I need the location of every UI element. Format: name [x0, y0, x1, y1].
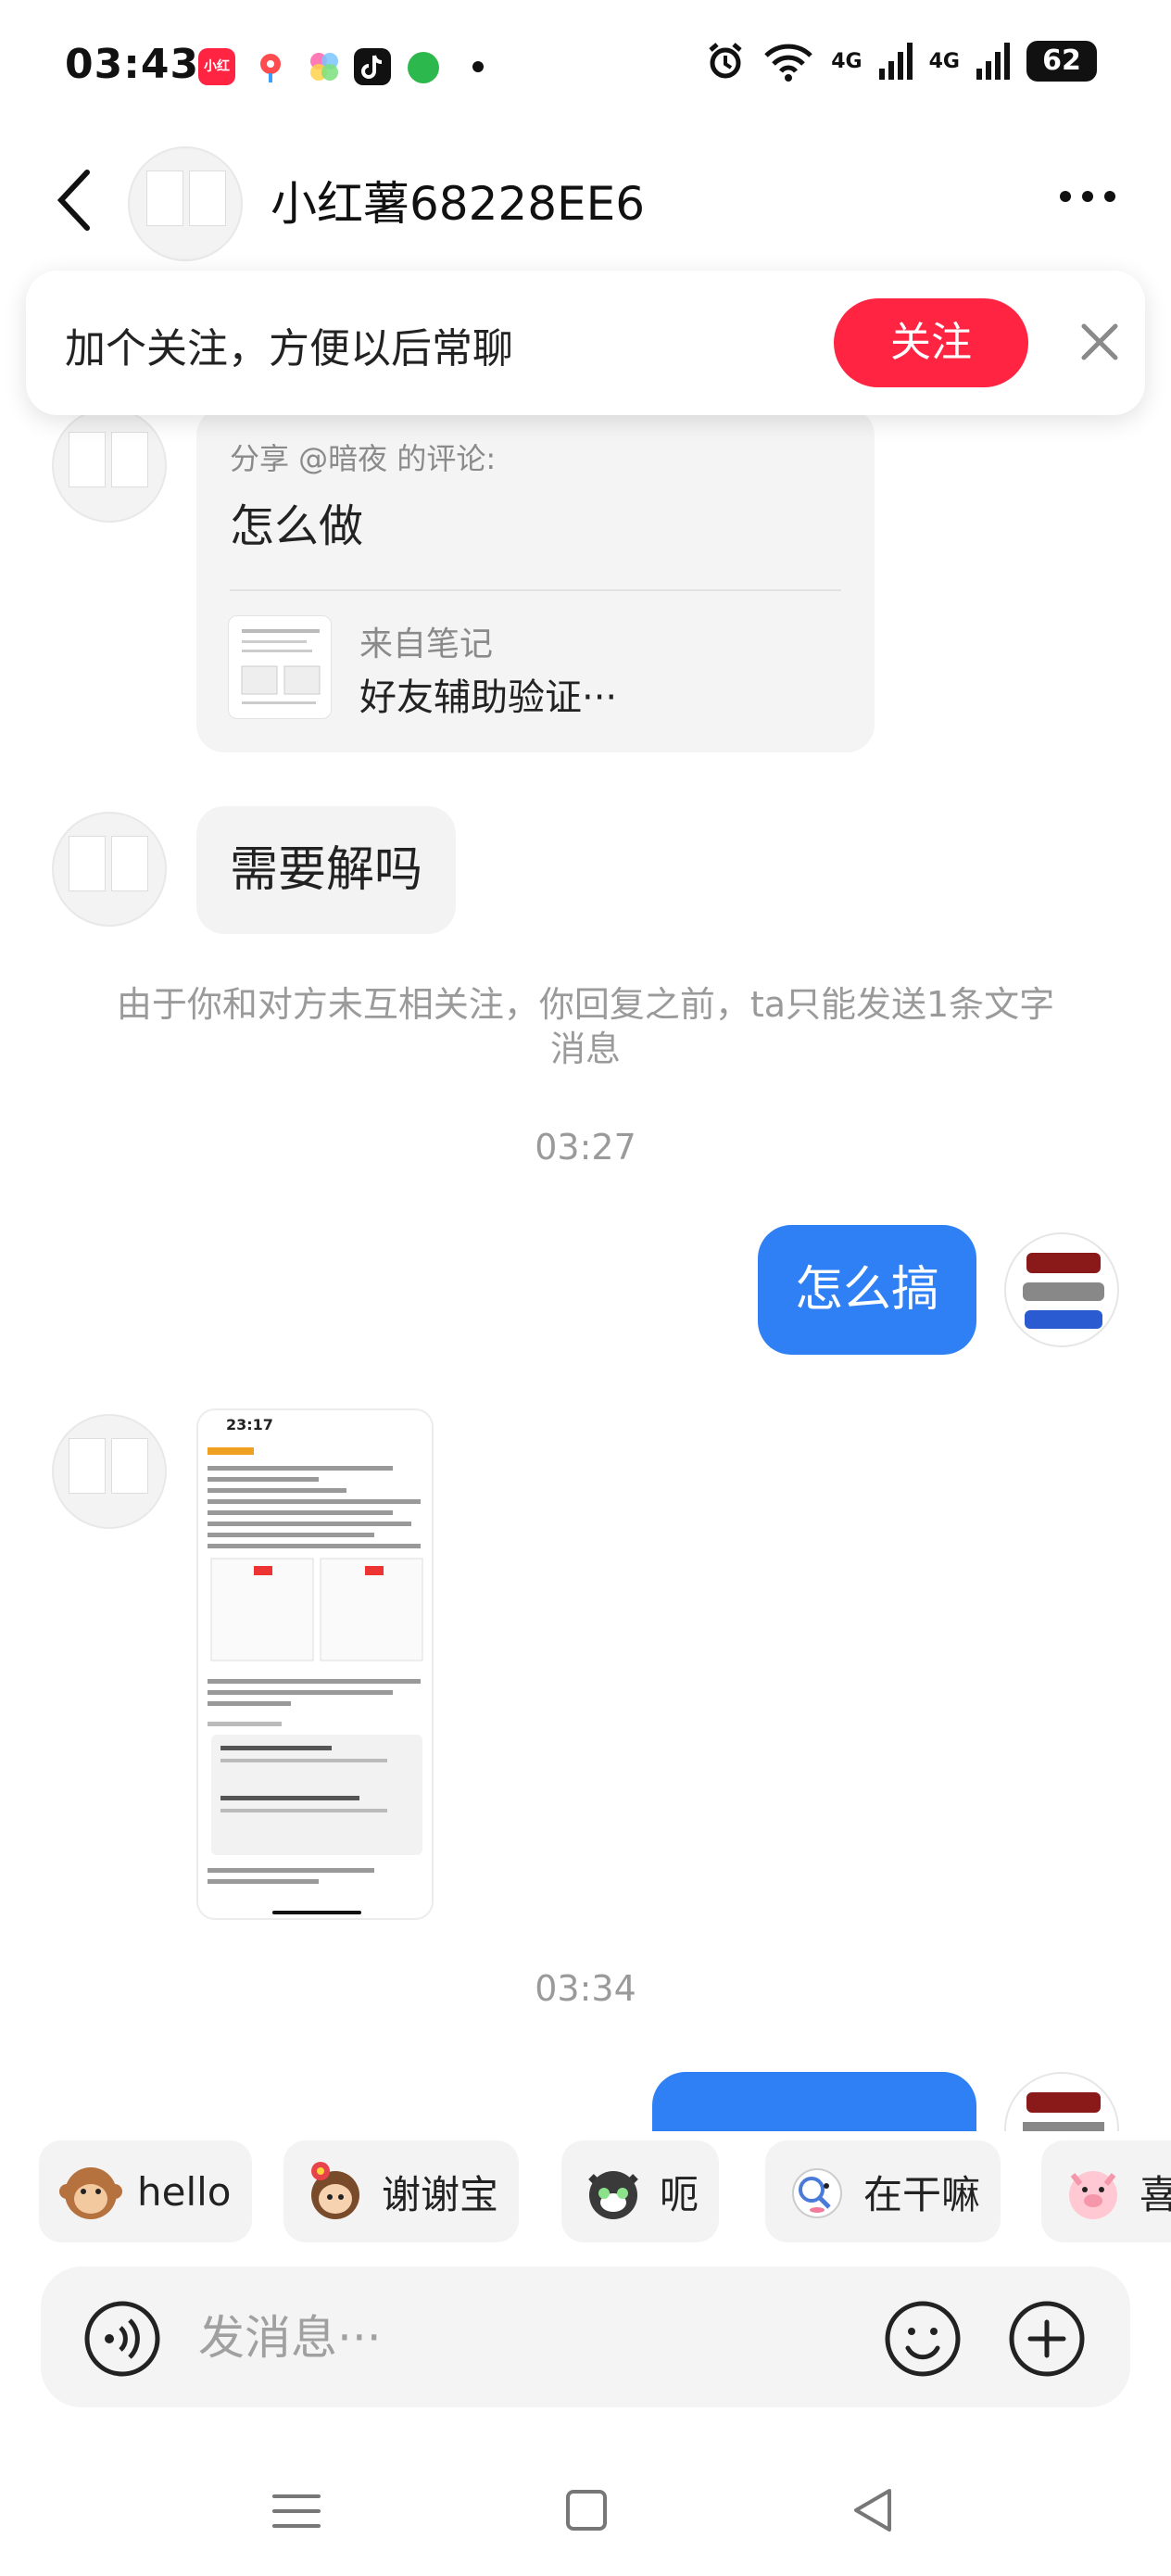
chat-header: 小红薯68228EE6 — [0, 139, 1171, 269]
voice-icon — [84, 2301, 160, 2377]
triangle-back-icon — [854, 2489, 891, 2532]
contact-message-avatar[interactable] — [52, 812, 167, 927]
network-type-label-2: 4G — [928, 49, 960, 73]
pig-emoji-icon — [1060, 2158, 1127, 2225]
voice-input-button[interactable] — [83, 2300, 161, 2378]
my-avatar[interactable] — [1004, 2072, 1119, 2131]
screenshot-thumbnail — [208, 1447, 423, 1914]
alarm-icon — [709, 43, 742, 79]
baidu-map-app-icon — [252, 48, 289, 85]
my-avatar[interactable] — [1004, 1232, 1119, 1347]
quick-reply-xi[interactable]: 喜 — [1041, 2140, 1171, 2242]
incoming-message-bubble[interactable]: 需要解吗 — [196, 806, 457, 934]
quick-reply-er[interactable]: 呃 — [561, 2140, 720, 2242]
recent-apps-button[interactable] — [269, 2483, 324, 2539]
message-input-bar — [41, 2267, 1130, 2407]
note-source-label: 来自笔记 — [359, 625, 494, 663]
note-title: 好友辅助验证··· — [359, 676, 618, 719]
signal-icon-2 — [976, 43, 1010, 80]
back-button[interactable] — [48, 163, 104, 237]
signal-icon — [878, 43, 913, 80]
follow-banner: 加个关注，方便以后常聊 关注 — [26, 271, 1145, 415]
image-message[interactable]: 23:17 — [196, 1408, 434, 1920]
follow-prompt-text: 加个关注，方便以后常聊 — [65, 325, 513, 373]
message-input[interactable] — [198, 2296, 902, 2380]
contact-message-avatar[interactable] — [52, 408, 167, 523]
more-options-button[interactable] — [1051, 178, 1125, 215]
quick-reply-label: 呃 — [660, 2171, 699, 2217]
more-dots-icon — [1060, 191, 1115, 202]
messaging-app-icon — [408, 52, 439, 83]
battery-indicator: 62 — [1026, 41, 1097, 82]
quick-reply-hello[interactable]: hello — [39, 2140, 252, 2242]
status-time: 03:43 — [65, 41, 200, 88]
smiley-icon — [885, 2301, 961, 2377]
square-icon — [566, 2490, 607, 2531]
cat-emoji-icon — [580, 2158, 647, 2225]
network-type-label: 4G — [831, 49, 863, 73]
flower-girl-emoji-icon — [302, 2158, 369, 2225]
quick-reply-label: 谢谢宝 — [382, 2171, 499, 2217]
emoji-button[interactable] — [884, 2300, 962, 2378]
timestamp: 03:34 — [535, 1968, 636, 2009]
system-nav-bar — [0, 2446, 1171, 2576]
status-icons: 4G 4G 62 — [705, 41, 1097, 82]
shared-comment-card[interactable]: 分享 @暗夜 的评论: 怎么做 来自笔记 好友辅助验证··· — [196, 408, 875, 752]
system-notice: 由于你和对方未互相关注，你回复之前，ta只能发送1条文字消息 — [116, 984, 1055, 1069]
quick-reply-row: hello 谢谢宝 呃 在干嘛 喜 — [0, 2131, 1171, 2250]
note-thumbnail — [228, 615, 332, 719]
chevron-left-icon — [57, 170, 90, 231]
follow-button[interactable]: 关注 — [834, 298, 1028, 387]
magnifier-emoji-icon — [784, 2158, 850, 2225]
contact-avatar[interactable] — [128, 146, 243, 261]
system-back-button[interactable] — [845, 2481, 902, 2539]
timestamp: 03:27 — [535, 1127, 636, 1168]
quick-reply-label: hello — [137, 2168, 232, 2215]
home-button[interactable] — [558, 2481, 615, 2539]
tiktok-app-icon — [354, 48, 391, 85]
divider — [230, 589, 841, 591]
more-actions-button[interactable] — [1008, 2300, 1086, 2378]
xiaohongshu-app-icon: 小红书 — [198, 48, 235, 111]
contact-message-avatar[interactable] — [52, 1414, 167, 1529]
quick-reply-label: 在干嘛 — [863, 2171, 981, 2217]
shared-comment-text: 怎么做 — [230, 500, 364, 552]
contact-name: 小红薯68228EE6 — [271, 177, 646, 231]
gallery-app-icon — [306, 48, 343, 85]
plus-icon — [1009, 2301, 1085, 2377]
status-bar: 03:43 小红书 4G 4G 62 — [0, 0, 1171, 139]
close-icon — [1081, 323, 1118, 360]
monkey-emoji-icon — [57, 2158, 124, 2225]
menu-lines-icon — [272, 2494, 321, 2528]
share-from-label: 分享 @暗夜 的评论: — [230, 441, 497, 476]
close-banner-button[interactable] — [1071, 313, 1128, 371]
notification-dot-icon — [472, 61, 484, 72]
quick-reply-label: 喜 — [1140, 2171, 1171, 2217]
quick-reply-whatsup[interactable]: 在干嘛 — [765, 2140, 1001, 2242]
wifi-icon — [764, 44, 813, 82]
quick-reply-thanks[interactable]: 谢谢宝 — [283, 2140, 520, 2242]
outgoing-message-bubble[interactable]: 怎么搞 — [757, 1225, 976, 1355]
